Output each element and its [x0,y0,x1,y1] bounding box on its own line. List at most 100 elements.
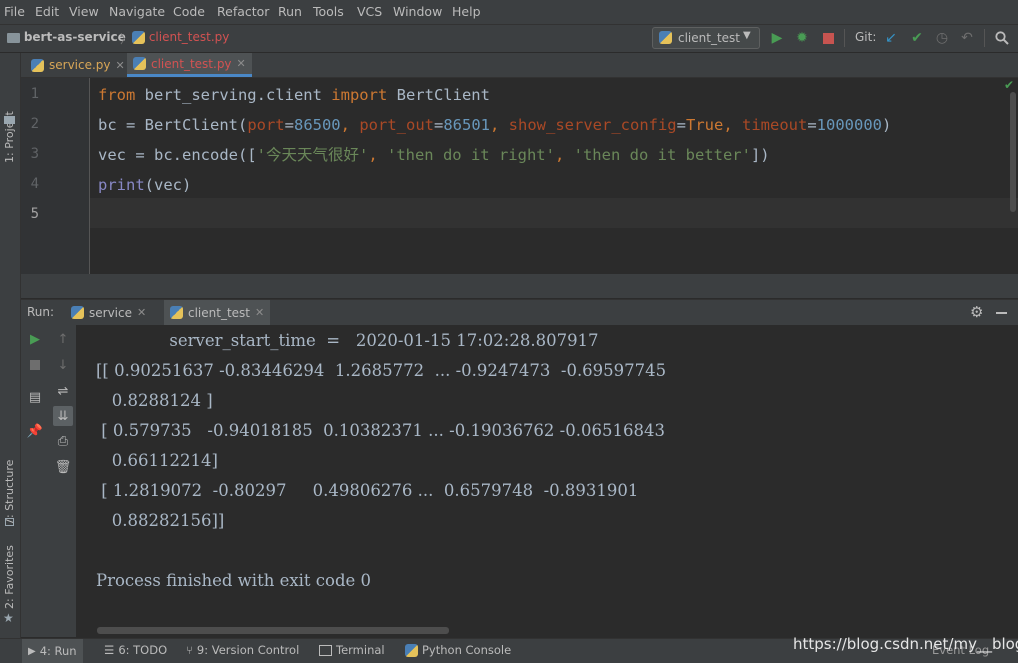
console-scrollbar[interactable] [97,627,449,634]
watermark: https://blog.csdn.net/my__blog [793,635,1018,653]
tab-service-py[interactable]: service.py ✕ [25,53,131,77]
branch-icon: ⑂ [186,643,193,657]
line-number: 3 [30,146,39,162]
console-line: Process finished with exit code 0 [96,571,372,590]
close-icon[interactable]: ✕ [116,59,125,72]
console-line: server_start_time = 2020-01-15 17:02:28.… [96,331,599,350]
string: 'then do it better' [573,146,751,164]
run-tab-service[interactable]: service ✕ [71,300,146,325]
tool-button-label: 9: Version Control [196,643,300,657]
number: 86500 [293,116,341,134]
vcs-rollback-icon[interactable]: ↶ [958,29,976,47]
menu-view[interactable]: View [69,4,99,19]
code-text: (vec) [144,176,192,194]
python-icon [170,306,183,319]
close-icon[interactable]: ✕ [237,57,246,70]
comma: , [340,116,360,134]
editor-scrollbar[interactable] [1010,92,1016,212]
structure-tool-button[interactable]: 7: Structure [3,460,16,525]
debug-icon[interactable]: ✹ [793,29,811,47]
menu-help[interactable]: Help [452,4,481,19]
pin-icon[interactable]: 📌 [27,423,43,439]
menu-tools[interactable]: Tools [313,4,344,19]
tab-client-test-py[interactable]: client_test.py ✕ [127,53,252,77]
rerun-icon[interactable]: ▶ [27,331,43,347]
down-arrow-icon[interactable]: ↓ [55,357,71,373]
tool-button-label: Python Console [422,643,512,657]
menu-navigate[interactable]: Navigate [109,4,165,19]
project-name: bert-as-service [23,30,126,44]
soft-wrap-icon[interactable]: ⇌ [55,383,71,399]
menu-file[interactable]: File [4,4,25,19]
vcs-commit-icon[interactable]: ✔ [908,29,926,47]
tool-button-run[interactable]: ▶ 4: Run [22,639,83,663]
minimize-icon[interactable] [996,312,1007,314]
run-label: Run: [27,305,55,319]
console-line: 0.88282156]] [96,511,225,530]
tool-button-terminal[interactable]: Terminal [319,643,385,657]
run-configuration-dropdown[interactable]: client_test ▼ [652,27,760,49]
param: show_server_config [508,116,677,134]
code-text: = [807,116,817,134]
navigation-bar: bert-as-service 〉 client_test.py client_… [0,25,1018,53]
menu-edit[interactable]: Edit [35,4,59,19]
python-icon [71,306,84,319]
favorites-star-icon: ★ [3,611,14,625]
chevron-down-icon: ▼ [743,30,751,41]
run-tab-label: client_test [188,305,251,320]
stop-icon[interactable] [27,357,43,373]
layout-icon[interactable]: ▤ [27,389,43,405]
tool-button-label: Terminal [336,643,385,657]
tool-button-python-console[interactable]: Python Console [405,643,511,657]
string: 'then do it right' [386,146,555,164]
scroll-to-end-icon[interactable]: ⇊ [53,406,73,426]
inspection-ok-icon[interactable]: ✔ [1004,78,1014,92]
breadcrumb-file[interactable]: client_test.py [132,30,229,44]
editor-gutter: 1 2 3 4 5 [21,78,90,274]
up-arrow-icon[interactable]: ↑ [55,331,71,347]
gear-icon[interactable]: ⚙ [970,303,983,321]
code-editor[interactable]: from bert_serving.client import BertClie… [90,78,1018,274]
print-icon[interactable]: ⎙ [55,433,71,449]
run-tab-client-test[interactable]: client_test ✕ [164,300,271,325]
favorites-tool-button[interactable]: 2: Favorites [3,545,16,609]
terminal-icon [319,644,332,656]
python-console-icon [405,643,418,657]
tool-button-version-control[interactable]: ⑂ 9: Version Control [186,643,299,657]
console-line: [ 1.2819072 -0.80297 0.49806276 ... 0.65… [96,481,639,500]
menu-refactor[interactable]: Refactor [217,4,269,19]
comma: , [368,146,387,164]
code-text: = [284,116,294,134]
builtin: print [98,176,145,194]
tool-button-todo[interactable]: ☰ 6: TODO [104,643,167,657]
menu-vcs[interactable]: VCS [357,4,382,19]
code-line-4: print(vec) [98,170,191,200]
python-file-icon [31,58,44,72]
run-icon[interactable]: ▶ [768,29,786,47]
line-number: 1 [30,86,39,102]
console-line: [ 0.579735 -0.94018185 0.10382371 ... -0… [96,421,665,440]
comma: , [554,146,574,164]
trash-icon[interactable]: 🗑 [55,459,72,475]
menu-window[interactable]: Window [393,4,442,19]
tab-label: client_test.py [151,56,232,71]
close-icon[interactable]: ✕ [137,306,146,319]
close-icon[interactable]: ✕ [255,306,264,319]
breadcrumb-project[interactable]: bert-as-service [7,30,126,44]
vcs-update-icon[interactable]: ↙ [882,29,900,47]
param: timeout [742,116,808,134]
left-tool-stripe: 1: Project 7: Structure 2: Favorites ★ [0,53,21,638]
run-config-label: client_test [678,31,741,45]
panel-divider[interactable] [21,274,1018,298]
console-output[interactable]: server_start_time = 2020-01-15 17:02:28.… [77,325,1018,637]
run-panel-header: Run: service ✕ client_test ✕ ⚙ [21,299,1018,325]
todo-icon: ☰ [104,643,115,657]
current-line-highlight [90,198,1018,228]
menu-code[interactable]: Code [173,4,205,19]
line-number: 2 [30,116,39,132]
stop-icon[interactable] [819,29,837,47]
code-text: = [676,116,686,134]
search-icon[interactable] [993,29,1011,47]
vcs-history-icon[interactable]: ◷ [933,29,951,47]
menu-run[interactable]: Run [278,4,302,19]
